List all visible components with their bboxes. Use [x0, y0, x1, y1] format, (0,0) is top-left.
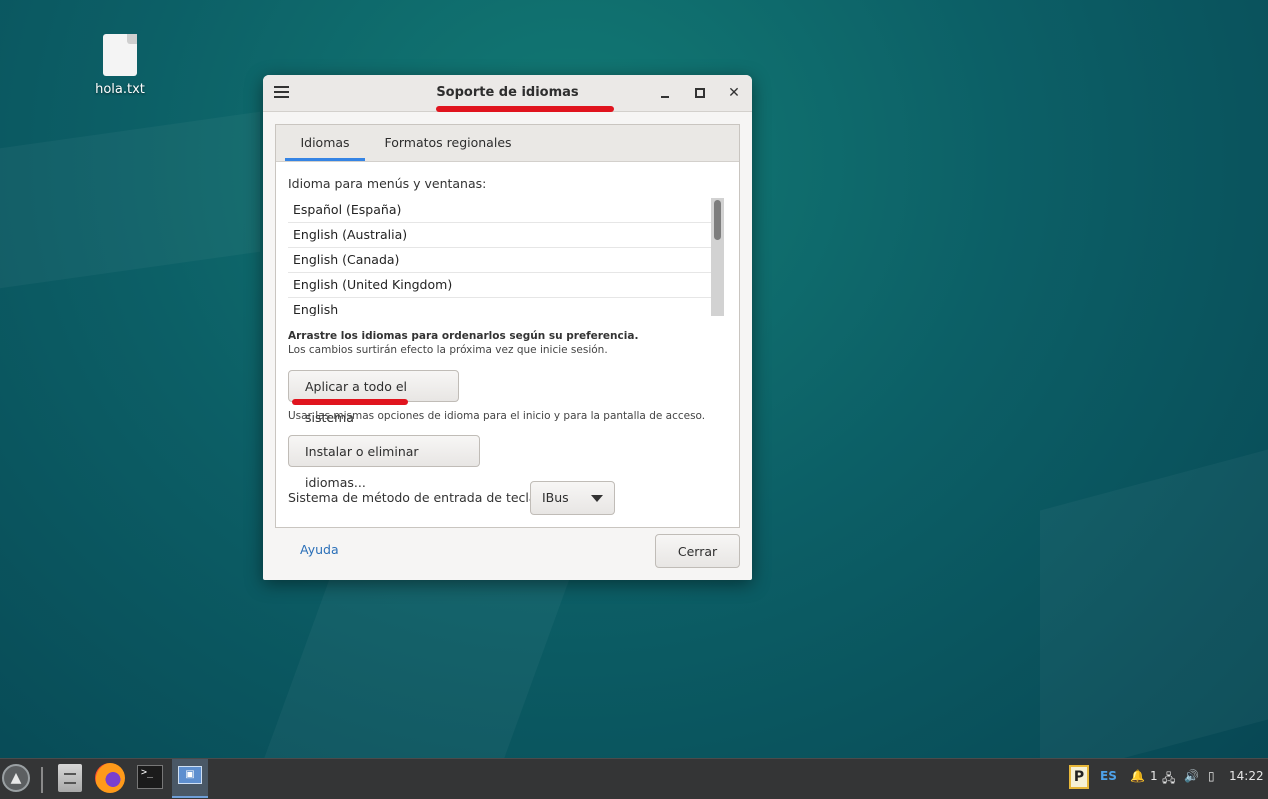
- volume-icon[interactable]: 🔊: [1184, 769, 1199, 783]
- tab-idiomas[interactable]: Idiomas: [285, 125, 365, 161]
- title-bar[interactable]: Soporte de idiomas ✕: [263, 75, 752, 112]
- tab-bar: Idiomas Formatos regionales: [276, 125, 739, 162]
- apply-system-wide-button[interactable]: Aplicar a todo el sistema: [288, 370, 459, 425]
- language-support-icon: ▣: [178, 766, 202, 784]
- minimize-button[interactable]: [653, 81, 677, 105]
- maximize-icon: [695, 88, 705, 98]
- list-item[interactable]: English (Canada): [288, 248, 711, 273]
- drag-hint: Arrastre los idiomas para ordenarlos seg…: [288, 330, 639, 342]
- input-method-select[interactable]: IBus: [530, 481, 615, 515]
- list-scrollbar[interactable]: [711, 198, 724, 316]
- language-list[interactable]: Español (España) English (Australia) Eng…: [288, 198, 724, 316]
- list-item[interactable]: English (United Kingdom): [288, 273, 711, 298]
- desktop-file-hola[interactable]: hola.txt: [90, 34, 150, 97]
- keyboard-layout-indicator[interactable]: ES: [1100, 769, 1117, 783]
- close-icon: ✕: [728, 85, 740, 101]
- red-annotation-underline: [436, 106, 614, 112]
- minimize-icon: [661, 96, 669, 98]
- language-list-label: Idioma para menús y ventanas:: [288, 176, 487, 191]
- language-support-taskbar-button[interactable]: ▣: [172, 759, 208, 798]
- maximize-button[interactable]: [688, 81, 712, 105]
- firefox-icon[interactable]: [95, 763, 125, 793]
- input-method-label: Sistema de método de entrada de teclado:: [288, 490, 557, 505]
- network-icon[interactable]: 🖧: [1162, 769, 1175, 790]
- taskbar-separator: [41, 767, 43, 793]
- text-file-icon: [103, 34, 137, 76]
- file-cabinet-icon[interactable]: [58, 764, 82, 792]
- battery-icon[interactable]: ▯: [1208, 769, 1215, 783]
- input-method-value: IBus: [542, 490, 569, 505]
- terminal-icon[interactable]: >_: [137, 765, 163, 789]
- wallpaper-shard: [263, 560, 577, 760]
- wallpaper-shard: [0, 111, 260, 289]
- close-window-button[interactable]: ✕: [722, 81, 746, 105]
- list-item[interactable]: English (Australia): [288, 223, 711, 248]
- tab-notebook: Idiomas Formatos regionales Idioma para …: [275, 124, 740, 528]
- red-annotation-underline: [292, 399, 408, 405]
- clock[interactable]: 14:22: [1229, 769, 1264, 783]
- window-title: Soporte de idiomas: [436, 85, 579, 100]
- help-link[interactable]: Ayuda: [300, 542, 339, 557]
- close-button[interactable]: Cerrar: [655, 534, 740, 568]
- scrollbar-thumb[interactable]: [714, 200, 721, 240]
- start-menu-icon[interactable]: ▲: [2, 764, 30, 792]
- list-item[interactable]: Español (España): [288, 198, 711, 223]
- notification-count: 1: [1150, 769, 1158, 783]
- wallpaper-shard: [1040, 449, 1268, 781]
- install-remove-languages-button[interactable]: Instalar o eliminar idiomas...: [288, 435, 480, 490]
- desktop-file-label: hola.txt: [95, 82, 145, 97]
- taskbar: ▲ >_ ▣ P ES 🔔 1 🖧 🔊 ▯ 14:22: [0, 758, 1268, 799]
- language-support-window: Soporte de idiomas ✕ Idiomas Formatos re…: [263, 75, 752, 580]
- notification-bell-icon[interactable]: 🔔: [1130, 769, 1145, 783]
- tab-formatos-regionales[interactable]: Formatos regionales: [383, 125, 513, 161]
- clipboard-manager-icon[interactable]: P: [1069, 765, 1089, 789]
- chevron-down-icon: [591, 495, 603, 502]
- restart-hint: Los cambios surtirán efecto la próxima v…: [288, 344, 608, 356]
- apply-hint: Usar las mismas opciones de idioma para …: [288, 410, 706, 422]
- list-item[interactable]: English: [288, 298, 711, 316]
